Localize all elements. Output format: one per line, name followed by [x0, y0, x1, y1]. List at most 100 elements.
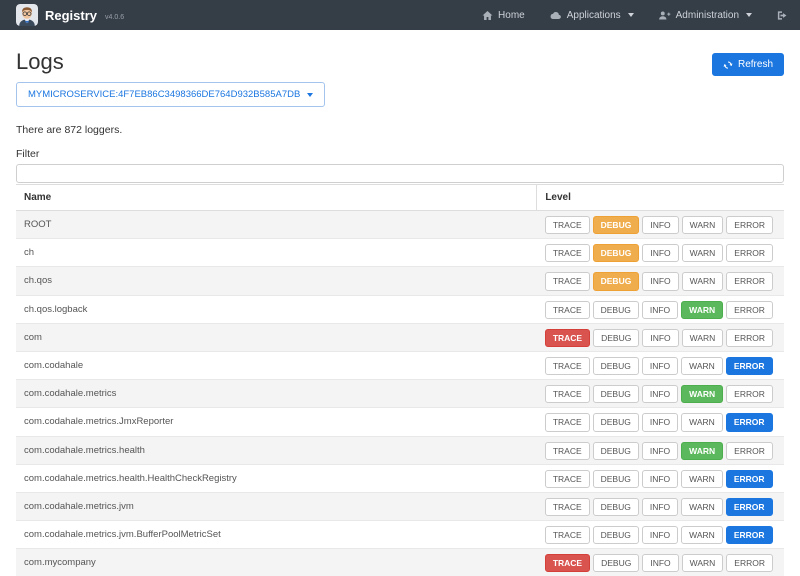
level-button-error[interactable]: ERROR — [726, 272, 773, 290]
logger-level-buttons: TRACEDEBUGINFOWARNERROR — [537, 521, 784, 549]
level-button-warn[interactable]: WARN — [681, 526, 723, 544]
level-button-debug[interactable]: DEBUG — [593, 244, 640, 262]
level-button-error[interactable]: ERROR — [726, 244, 773, 262]
level-button-debug[interactable]: DEBUG — [593, 301, 639, 319]
level-button-info[interactable]: INFO — [642, 413, 678, 431]
nav-item-applications[interactable]: Applications — [549, 10, 634, 21]
nav-item-administration[interactable]: Administration — [658, 10, 752, 21]
level-button-info[interactable]: INFO — [642, 357, 678, 375]
level-button-error[interactable]: ERROR — [726, 526, 773, 544]
level-button-trace[interactable]: TRACE — [545, 272, 590, 290]
level-button-info[interactable]: INFO — [642, 272, 678, 290]
level-button-warn[interactable]: WARN — [682, 554, 724, 572]
table-row: comTRACEDEBUGINFOWARNERROR — [16, 323, 784, 351]
table-row: com.codahale.metrics.jvm.BufferPoolMetri… — [16, 521, 784, 549]
home-icon — [482, 10, 493, 21]
level-button-error[interactable]: ERROR — [726, 470, 773, 488]
nav-links: Home Applications Administration — [482, 10, 788, 21]
level-button-trace[interactable]: TRACE — [545, 385, 590, 403]
refresh-button[interactable]: Refresh — [712, 53, 784, 76]
brand[interactable]: Registry v4.0.6 — [16, 4, 124, 26]
filter-label: Filter — [16, 148, 784, 160]
level-button-warn[interactable]: WARN — [681, 498, 723, 516]
logger-name: ROOT — [16, 211, 537, 239]
loggers-table: Name Level ROOTTRACEDEBUGINFOWARNERRORch… — [16, 184, 784, 576]
level-button-error[interactable]: ERROR — [726, 385, 773, 403]
level-button-warn[interactable]: WARN — [681, 301, 723, 319]
level-button-info[interactable]: INFO — [642, 554, 678, 572]
level-button-trace[interactable]: TRACE — [545, 329, 590, 347]
logger-name: ch.qos — [16, 267, 537, 295]
refresh-icon — [723, 60, 733, 70]
level-button-error[interactable]: ERROR — [726, 413, 773, 431]
instance-selector-dropdown[interactable]: MYMICROSERVICE:4F7EB86C3498366DE764D932B… — [16, 82, 325, 107]
level-button-trace[interactable]: TRACE — [545, 244, 590, 262]
level-button-info[interactable]: INFO — [642, 244, 678, 262]
level-button-info[interactable]: INFO — [642, 301, 678, 319]
level-button-debug[interactable]: DEBUG — [593, 216, 640, 234]
level-button-trace[interactable]: TRACE — [545, 498, 590, 516]
chevron-down-icon — [307, 93, 313, 97]
level-button-warn[interactable]: WARN — [682, 272, 724, 290]
level-button-warn[interactable]: WARN — [681, 470, 723, 488]
level-button-error[interactable]: ERROR — [726, 329, 773, 347]
level-button-trace[interactable]: TRACE — [545, 470, 590, 488]
user-plus-icon — [658, 10, 671, 21]
level-button-trace[interactable]: TRACE — [545, 554, 590, 572]
logger-name: com.codahale — [16, 351, 537, 379]
level-button-error[interactable]: ERROR — [726, 301, 773, 319]
level-button-info[interactable]: INFO — [642, 442, 678, 460]
level-button-warn[interactable]: WARN — [681, 357, 723, 375]
level-button-debug[interactable]: DEBUG — [593, 385, 639, 403]
column-header-level: Level — [537, 185, 784, 211]
level-button-debug[interactable]: DEBUG — [593, 442, 639, 460]
level-button-info[interactable]: INFO — [642, 470, 678, 488]
loggers-table-body: ROOTTRACEDEBUGINFOWARNERRORchTRACEDEBUGI… — [16, 211, 784, 576]
level-button-debug[interactable]: DEBUG — [593, 357, 639, 375]
level-button-warn[interactable]: WARN — [681, 385, 723, 403]
sign-out-icon — [776, 10, 788, 21]
table-row: com.codahale.metrics.health.HealthCheckR… — [16, 464, 784, 492]
level-button-error[interactable]: ERROR — [726, 442, 773, 460]
table-row: com.codahale.metrics.jvmTRACEDEBUGINFOWA… — [16, 492, 784, 520]
level-button-error[interactable]: ERROR — [726, 498, 773, 516]
filter-input[interactable] — [16, 164, 784, 183]
level-button-warn[interactable]: WARN — [682, 329, 724, 347]
table-row: com.mycompanyTRACEDEBUGINFOWARNERROR — [16, 549, 784, 576]
logger-name: ch.qos.logback — [16, 295, 537, 323]
level-button-info[interactable]: INFO — [642, 329, 678, 347]
level-button-info[interactable]: INFO — [642, 498, 678, 516]
level-button-debug[interactable]: DEBUG — [593, 272, 640, 290]
level-button-error[interactable]: ERROR — [726, 554, 773, 572]
logger-level-buttons: TRACEDEBUGINFOWARNERROR — [537, 351, 784, 379]
level-button-debug[interactable]: DEBUG — [593, 498, 639, 516]
nav-item-home[interactable]: Home — [482, 10, 525, 21]
level-button-trace[interactable]: TRACE — [545, 216, 590, 234]
level-button-error[interactable]: ERROR — [726, 216, 773, 234]
level-button-trace[interactable]: TRACE — [545, 526, 590, 544]
level-button-warn[interactable]: WARN — [681, 413, 723, 431]
level-button-debug[interactable]: DEBUG — [593, 554, 639, 572]
level-button-info[interactable]: INFO — [642, 526, 678, 544]
nav-item-label: Applications — [567, 10, 621, 21]
level-button-trace[interactable]: TRACE — [545, 413, 590, 431]
level-button-warn[interactable]: WARN — [682, 216, 724, 234]
level-button-trace[interactable]: TRACE — [545, 301, 590, 319]
sign-out-button[interactable] — [776, 10, 788, 21]
level-button-warn[interactable]: WARN — [682, 244, 724, 262]
level-button-debug[interactable]: DEBUG — [593, 329, 639, 347]
level-button-debug[interactable]: DEBUG — [593, 413, 639, 431]
logger-level-buttons: TRACEDEBUGINFOWARNERROR — [537, 492, 784, 520]
level-button-debug[interactable]: DEBUG — [593, 470, 639, 488]
logger-name: com.codahale.metrics.health — [16, 436, 537, 464]
level-button-warn[interactable]: WARN — [681, 442, 723, 460]
level-button-info[interactable]: INFO — [642, 385, 678, 403]
level-button-info[interactable]: INFO — [642, 216, 678, 234]
nav-item-label: Administration — [676, 10, 739, 21]
cloud-icon — [549, 10, 562, 21]
level-button-debug[interactable]: DEBUG — [593, 526, 639, 544]
level-button-error[interactable]: ERROR — [726, 357, 773, 375]
level-button-trace[interactable]: TRACE — [545, 442, 590, 460]
page-title: Logs — [16, 51, 64, 73]
level-button-trace[interactable]: TRACE — [545, 357, 590, 375]
